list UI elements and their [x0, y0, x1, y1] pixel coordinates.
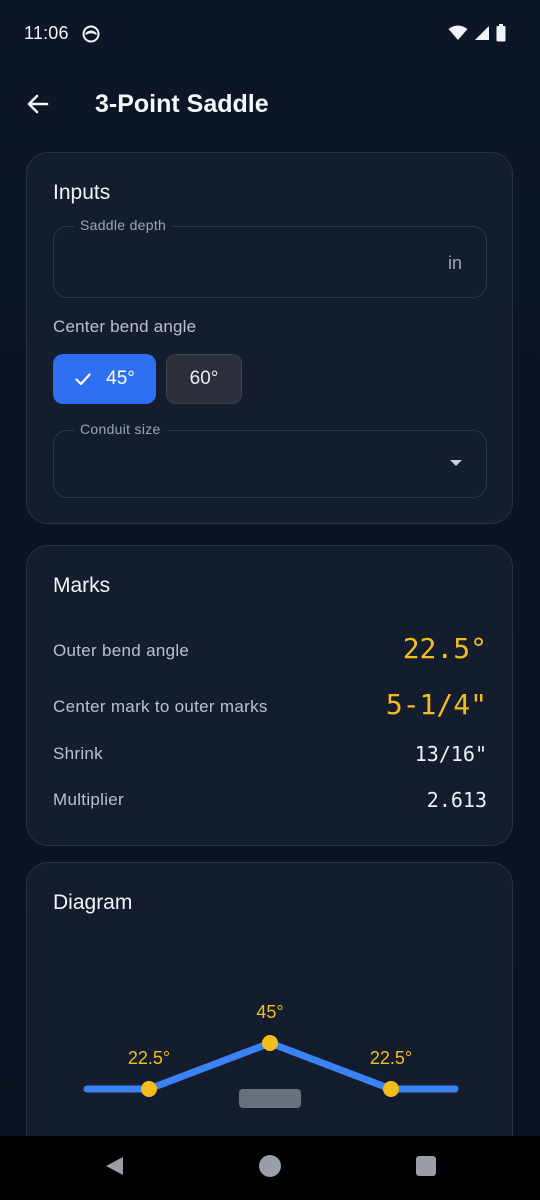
mark-row-outer-bend-angle: Outer bend angle 22.5°	[53, 630, 487, 670]
mark-row-shrink: Shrink 13/16"	[53, 742, 487, 772]
mark-value: 5-1/4"	[385, 688, 487, 721]
nav-back-button[interactable]	[102, 1156, 126, 1180]
left-angle-label: 22.5°	[128, 1048, 170, 1068]
wifi-icon	[448, 25, 468, 46]
battery-icon	[496, 24, 506, 47]
app-bar: 3-Point Saddle	[0, 78, 540, 134]
left-bend-point	[141, 1081, 157, 1097]
mark-value: 22.5°	[402, 632, 487, 665]
conduit-size-dropdown[interactable]: Conduit size	[53, 421, 487, 498]
inputs-card-title: Inputs	[53, 181, 111, 204]
recents-square-icon	[415, 1155, 437, 1182]
back-triangle-icon	[103, 1155, 125, 1182]
status-bar: 11:06	[0, 0, 540, 70]
mark-label: Outer bend angle	[53, 641, 190, 660]
center-bend-angle-label: Center bend angle	[53, 317, 197, 336]
marks-card: Marks Outer bend angle 22.5° Center mark…	[26, 545, 513, 846]
check-icon	[74, 370, 92, 388]
conduit-size-label: Conduit size	[74, 421, 167, 437]
status-icons	[448, 24, 506, 47]
obstacle	[239, 1089, 301, 1108]
home-circle-icon	[258, 1154, 282, 1183]
inputs-card: Inputs Saddle depth in Center bend angle…	[26, 152, 513, 524]
angle-chip-45[interactable]: 45°	[53, 354, 156, 404]
saddle-depth-label: Saddle depth	[74, 217, 173, 233]
mark-label: Shrink	[53, 744, 103, 763]
mark-value: 13/16"	[414, 742, 487, 766]
cellular-signal-icon	[474, 25, 490, 46]
screen: 11:06 3-Point Saddle Inputs Saddle depth…	[0, 0, 540, 1200]
saddle-depth-unit: in	[447, 253, 462, 273]
app-notification-icon	[82, 25, 100, 43]
arrow-back-icon	[26, 92, 50, 121]
nav-recents-button[interactable]	[414, 1155, 438, 1182]
center-angle-label: 45°	[256, 1002, 283, 1022]
saddle-depth-input[interactable]	[78, 249, 422, 277]
back-button[interactable]	[20, 88, 56, 124]
nav-home-button[interactable]	[258, 1154, 282, 1183]
system-navigation-bar	[0, 1136, 540, 1200]
mark-label: Center mark to outer marks	[53, 697, 268, 716]
angle-chip-60-label: 60°	[189, 368, 219, 389]
right-bend-point	[383, 1081, 399, 1097]
center-bend-point	[262, 1035, 278, 1051]
dropdown-arrow-icon	[450, 460, 462, 466]
angle-chip-60[interactable]: 60°	[166, 354, 242, 404]
mark-value: 2.613	[426, 788, 487, 812]
page-title: 3-Point Saddle	[95, 90, 269, 118]
marks-card-title: Marks	[53, 574, 111, 597]
mark-label: Multiplier	[53, 790, 125, 809]
mark-row-center-to-outer: Center mark to outer marks 5-1/4"	[53, 686, 487, 726]
mark-row-multiplier: Multiplier 2.613	[53, 788, 487, 818]
angle-chip-45-label: 45°	[106, 368, 135, 389]
status-time: 11:06	[24, 23, 69, 43]
saddle-depth-field[interactable]: Saddle depth in	[53, 217, 487, 298]
right-angle-label: 22.5°	[370, 1048, 412, 1068]
